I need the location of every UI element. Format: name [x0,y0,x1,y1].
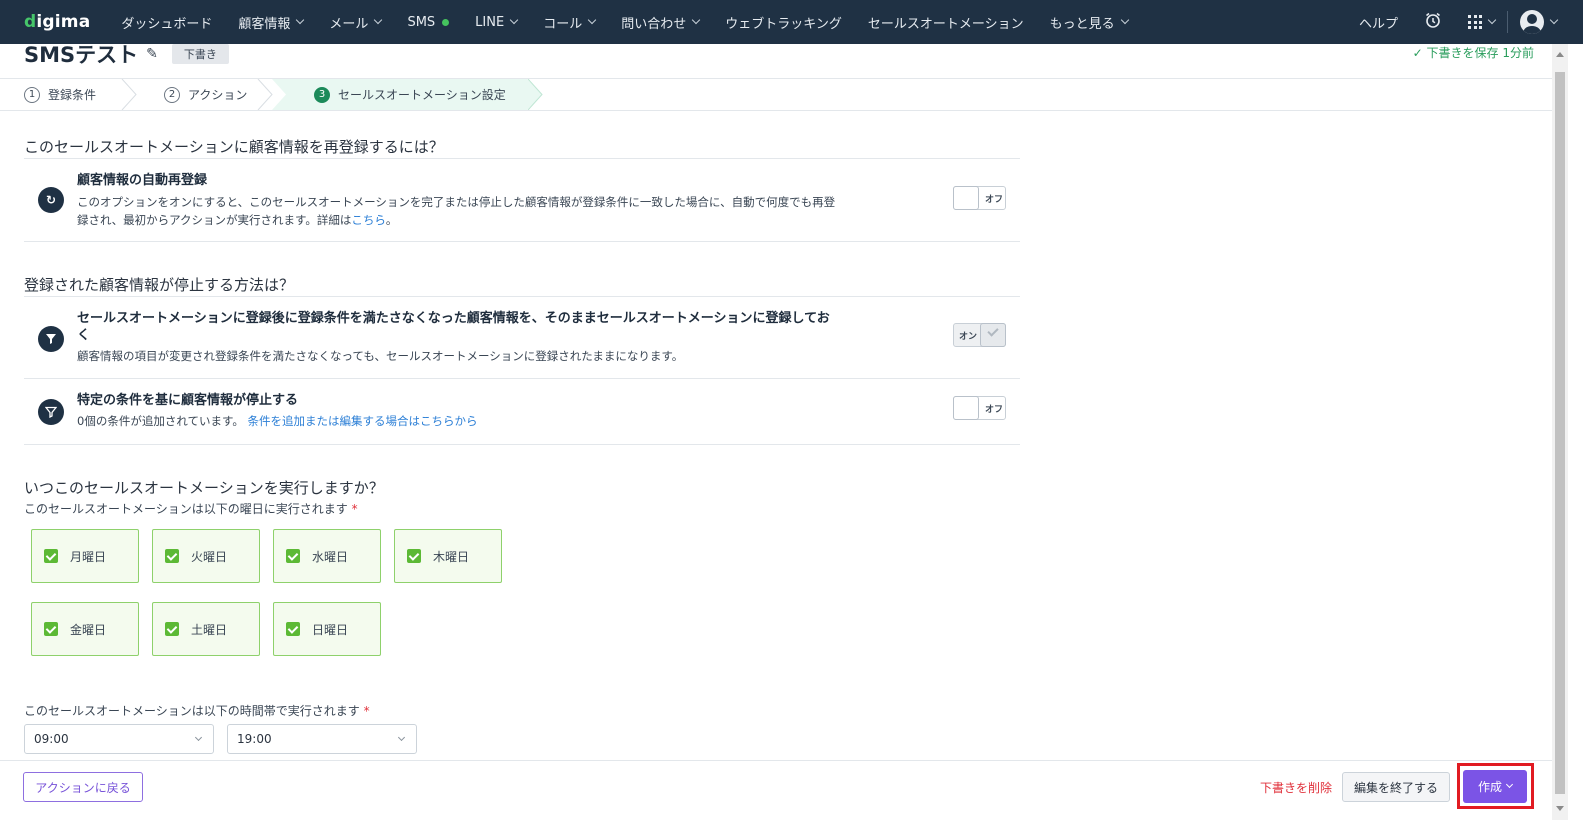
scrollbar-thumb[interactable] [1555,72,1565,794]
footer-bar: アクションに戻る 下書きを削除 編集を終了する 作成 [0,760,1552,820]
option-title-auto-re-register: 顧客情報の自動再登録 [77,173,208,188]
option-desc-auto-re-register: このオプションをオンにすると、このセールスオートメーションを完了または停止した顧… [77,195,836,227]
section-heading-stop: 登録された顧客情報が停止する方法は？ [24,276,295,294]
option-title-stop-conditions: 特定の条件を基に顧客情報が停止する [77,393,299,408]
chevron-down-icon [1487,15,1497,25]
toggle-knob [953,396,979,420]
day-checkbox-saturday[interactable]: 土曜日 [152,602,260,656]
nav-divider [1507,11,1508,33]
checkbox-checked-icon [44,622,58,636]
end-time-select[interactable]: 19:00 [227,724,417,754]
status-badge: 下書き [171,44,229,64]
divider [24,378,1020,379]
chevron-down-icon [691,15,701,25]
step-actions[interactable]: 2 アクション [164,79,247,110]
chevron-down-icon [296,15,305,25]
scroll-up-arrow-icon[interactable] [1556,52,1564,57]
option-desc-stop-conditions: 0個の条件が追加されています。 条件を追加または編集する場合はこちらから [77,414,478,428]
section-heading-re-register: このセールスオートメーションに顧客情報を再登録するには？ [24,138,444,156]
step-sales-automation-settings[interactable]: 3 セールスオートメーション設定 [314,79,506,110]
keep-registered-toggle[interactable]: オン [953,323,1006,347]
page-title: SMSテスト [24,43,139,67]
toggle-knob [980,323,1006,347]
stop-conditions-toggle[interactable]: オフ [953,396,1006,420]
apps-grid-icon[interactable] [1468,15,1497,29]
option-desc-keep-registered: 顧客情報の項目が変更され登録条件を満たさなくなっても、セールスオートメーションに… [77,349,684,363]
alarm-clock-icon[interactable] [1424,11,1442,33]
time-label: このセールスオートメーションは以下の時間帯で実行されます * [24,704,370,718]
checkbox-checked-icon [165,622,179,636]
create-button[interactable]: 作成 [1463,770,1527,803]
toggle-knob [953,186,979,210]
nav-help[interactable]: ヘルプ [1359,13,1398,32]
edit-conditions-link[interactable]: 条件を追加または編集する場合はこちらから [247,414,477,428]
day-checkbox-friday[interactable]: 金曜日 [31,602,139,656]
details-link[interactable]: こちら [351,213,386,227]
back-to-actions-button[interactable]: アクションに戻る [23,772,143,802]
day-checkbox-thursday[interactable]: 木曜日 [394,529,502,583]
refresh-icon: ↻ [38,187,64,213]
checkbox-checked-icon [44,549,58,563]
divider [24,158,1020,159]
days-label: このセールスオートメーションは以下の曜日に実行されます * [24,502,358,516]
digima-logo[interactable]: digima [24,12,90,32]
vertical-scrollbar[interactable] [1552,44,1568,820]
step-separator-icon [121,79,137,110]
checkbox-checked-icon [286,549,300,563]
save-status: ✓ 下書きを保存 1分前 [1412,46,1534,60]
chevron-down-icon [1120,15,1129,25]
user-menu[interactable] [1520,10,1559,34]
divider [24,444,1020,445]
day-checkbox-wednesday[interactable]: 水曜日 [273,529,381,583]
checkbox-checked-icon [165,549,179,563]
step-bar: 1 登録条件 2 アクション 3 セールスオートメーション設定 [0,78,1552,111]
divider [24,296,1020,297]
delete-draft-link[interactable]: 下書きを削除 [1260,779,1332,796]
chevron-down-icon [397,733,406,742]
chevron-down-icon [1549,15,1559,25]
checkbox-checked-icon [286,622,300,636]
checkbox-checked-icon [407,549,421,563]
day-checkbox-tuesday[interactable]: 火曜日 [152,529,260,583]
chevron-down-icon [1505,780,1514,789]
chevron-down-icon [194,733,203,742]
section-heading-schedule: いつこのセールスオートメーションを実行しますか？ [24,479,384,497]
step-separator-icon [527,79,543,110]
day-checkbox-monday[interactable]: 月曜日 [31,529,139,583]
status-dot-icon [442,18,450,26]
day-checkbox-sunday[interactable]: 日曜日 [273,602,381,656]
end-editing-button[interactable]: 編集を終了する [1342,772,1450,802]
window-edge [1568,44,1583,820]
chevron-down-icon [509,15,519,25]
scroll-down-arrow-icon[interactable] [1556,806,1564,811]
chevron-down-icon [374,15,383,25]
flag-funnel-icon [38,326,64,352]
step-separator-icon [257,79,273,110]
start-time-select[interactable]: 09:00 [24,724,214,754]
step-registration-conditions[interactable]: 1 登録条件 [24,79,96,110]
filter-icon [38,399,64,425]
avatar-icon [1520,10,1544,34]
auto-re-register-toggle[interactable]: オフ [953,186,1006,210]
chevron-down-icon [587,15,597,25]
option-title-keep-registered: セールスオートメーションに登録後に登録条件を満たさなくなった顧客情報を、そのまま… [77,311,830,343]
pencil-icon[interactable]: ✎ [146,46,158,62]
check-icon [987,325,999,337]
title-row: SMSテスト ✎ 下書き ✓ 下書きを保存 1分前 [24,38,1534,70]
divider [24,241,1020,242]
